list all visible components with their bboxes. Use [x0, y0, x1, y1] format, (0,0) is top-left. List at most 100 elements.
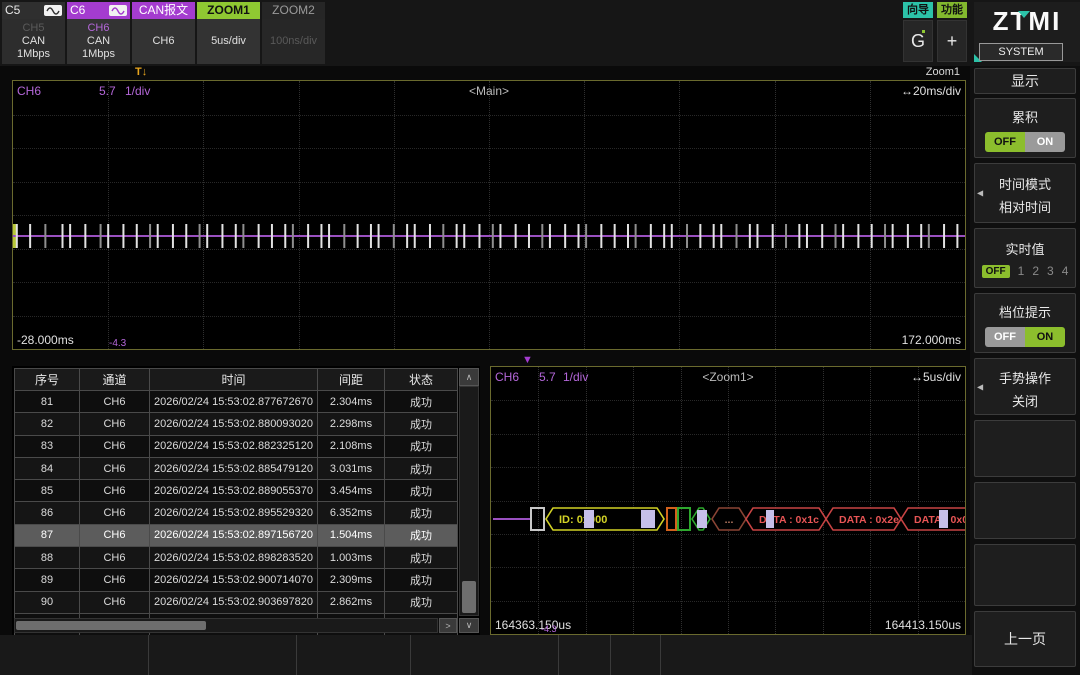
svg-text:ID: 0x000: ID: 0x000: [559, 514, 607, 526]
function-button[interactable]: 功能 +: [937, 2, 967, 62]
sidebar-title: 显示: [974, 68, 1076, 94]
realtime-ch3[interactable]: 3: [1047, 264, 1054, 278]
sidebar-realtime[interactable]: 实时值 OFF 1 2 3 4: [974, 228, 1076, 288]
tab-can-source: CH6: [152, 35, 175, 47]
zoom1-region-tag: Zoom1: [925, 66, 960, 78]
horizontal-scrollbar[interactable]: [14, 618, 438, 633]
brand-triangle-icon: [1018, 11, 1030, 18]
tab-c6-bitrate: 1Mbps: [81, 48, 116, 60]
tab-can-message[interactable]: CAN报文 CH6: [132, 2, 195, 64]
main-channel-offset: -4.3: [109, 338, 127, 349]
table-row[interactable]: 85 CH6 2026/02/24 15:53:02.889055370 3.454m…: [14, 479, 458, 503]
zoom-time-right: 164413.150us: [884, 618, 961, 632]
table-row[interactable]: 89 CH6 2026/02/24 15:53:02.900714070 2.309m…: [14, 568, 458, 592]
svg-text:...: ...: [725, 514, 734, 526]
zoom-position-arrow-icon: ▼: [522, 354, 533, 366]
gesture-value: 关闭: [1011, 394, 1038, 409]
tab-c5-label: C5: [5, 3, 21, 17]
scroll-up-button[interactable]: ∧: [459, 368, 479, 386]
tab-zoom1-label: ZOOM1: [207, 3, 250, 17]
main-title: <Main>: [468, 84, 510, 98]
wizard-g-icon[interactable]: G: [903, 20, 933, 62]
tab-c5-channel: CH5: [22, 22, 45, 34]
table-row[interactable]: 83 CH6 2026/02/24 15:53:02.882325120 2.108m…: [14, 434, 458, 458]
tab-c6-label: C6: [70, 3, 86, 17]
scroll-right-button[interactable]: >: [439, 618, 457, 633]
main-time-right: 172.000ms: [901, 333, 961, 347]
tab-zoom2-scale: 100ns/div: [269, 35, 318, 47]
can-events-table-panel: 序号 通道 时间 间距 状态 81 CH6 2026/02/24 15:53:02.8776…: [12, 366, 480, 637]
range-hint-off[interactable]: OFF: [985, 327, 1025, 347]
table-row[interactable]: 84 CH6 2026/02/24 15:53:02.885479120 3.031m…: [14, 456, 458, 481]
table-row[interactable]: 86 CH6 2026/02/24 15:53:02.895529320 6.352m…: [14, 501, 458, 525]
zoom-timebase: ↔5us/div: [910, 370, 961, 384]
tab-c6[interactable]: C6 CH6 CAN 1Mbps: [67, 2, 130, 64]
time-mode-label: 时间模式: [998, 177, 1051, 192]
accumulate-on[interactable]: ON: [1025, 132, 1065, 152]
wizard-button[interactable]: 向导 G: [903, 2, 933, 62]
table-row[interactable]: 81 CH6 2026/02/24 15:53:02.877672670 2.304m…: [14, 389, 458, 414]
tab-c6-channel: CH6: [87, 22, 110, 34]
main-timebase: ↔20ms/div: [900, 84, 961, 98]
table-row[interactable]: 90 CH6 2026/02/24 15:53:02.903697820 2.862m…: [14, 590, 458, 614]
brand-text: ZTMI: [992, 6, 1062, 36]
plus-icon[interactable]: +: [937, 20, 967, 62]
sine-wave-icon: [44, 5, 62, 16]
realtime-ch1[interactable]: 1: [1018, 264, 1025, 278]
horizontal-scrollbar-thumb[interactable]: [16, 621, 206, 630]
prev-page-button[interactable]: 上一页: [974, 611, 1076, 667]
table-header-cell: 序号: [14, 368, 80, 391]
scroll-down-button[interactable]: ∨: [459, 618, 479, 633]
gesture-label: 手势操作: [998, 371, 1051, 386]
tab-zoom2[interactable]: ZOOM2 100ns/div: [262, 2, 325, 64]
svg-text:DATA : 0x2e: DATA : 0x2e: [839, 514, 899, 526]
tab-zoom2-label: ZOOM2: [272, 3, 315, 17]
table-header-cell: 间距: [317, 368, 385, 391]
sidebar-empty-slot: [974, 544, 1076, 606]
main-waveform-panel[interactable]: CH6 5.7 1/div <Main> ↔20ms/div -28.000ms…: [12, 80, 966, 350]
main-waveform-trace: [13, 224, 965, 248]
main-time-left: -28.000ms: [17, 333, 74, 347]
table-header-cell: 时间: [149, 368, 318, 391]
system-button[interactable]: SYSTEM: [979, 43, 1063, 61]
sidebar-empty-slot: [974, 482, 1076, 539]
table-header-cell: 通道: [79, 368, 150, 391]
realtime-ch2[interactable]: 2: [1032, 264, 1039, 278]
zoom-time-left: 164363.150us: [495, 618, 572, 632]
time-mode-value: 相对时间: [998, 200, 1051, 215]
accumulate-toggle[interactable]: OFF ON: [975, 132, 1075, 152]
right-sidebar: 显示 累积 OFF ON ◀ 时间模式 相对时间 实时值 OFF 1 2 3 4: [970, 66, 1080, 675]
brand-logo: ZTMI SYSTEM: [974, 2, 1080, 62]
vertical-scrollbar-thumb[interactable]: [462, 581, 476, 613]
can-events-table: 序号 通道 时间 间距 状态 81 CH6 2026/02/24 15:53:02.8776…: [14, 368, 458, 637]
table-row[interactable]: 88 CH6 2026/02/24 15:53:02.898283520 1.003m…: [14, 546, 458, 570]
realtime-label: 实时值: [1005, 242, 1045, 257]
zoom-title: <Zoom1>: [702, 370, 754, 384]
zoom1-waveform-panel[interactable]: CH6 5.7 1/div <Zoom1> ↔5us/div 164363.15…: [490, 366, 966, 635]
can-decode-trace: ID: 0x000...DATA : 0x1cDATA : 0x2eDATA :…: [493, 507, 965, 531]
tab-c5[interactable]: C5 CH5 CAN 1Mbps: [2, 2, 65, 64]
realtime-off-badge[interactable]: OFF: [981, 264, 1010, 278]
range-hint-label: 档位提示: [998, 305, 1051, 320]
trigger-position-marker[interactable]: T↓: [135, 66, 147, 78]
oscilloscope-screen: C5 CH5 CAN 1Mbps C6 CH6 CAN 1Mbps CAN报文 …: [0, 0, 1080, 675]
wizard-label: 向导: [903, 2, 933, 18]
realtime-ch4[interactable]: 4: [1062, 264, 1069, 278]
sidebar-accumulate[interactable]: 累积 OFF ON: [974, 98, 1076, 158]
function-label: 功能: [937, 2, 967, 18]
accumulate-off[interactable]: OFF: [985, 132, 1025, 152]
table-row[interactable]: 82 CH6 2026/02/24 15:53:02.880093020 2.298m…: [14, 412, 458, 436]
tab-c6-protocol: CAN: [86, 35, 111, 47]
table-row[interactable]: 87 CH6 2026/02/24 15:53:02.897156720 1.504m…: [14, 523, 458, 548]
table-header-cell: 状态: [384, 368, 458, 391]
tab-c5-bitrate: 1Mbps: [16, 48, 51, 60]
range-hint-toggle[interactable]: OFF ON: [975, 327, 1075, 347]
range-hint-on[interactable]: ON: [1025, 327, 1065, 347]
sidebar-range-hint[interactable]: 档位提示 OFF ON: [974, 293, 1076, 353]
sidebar-gesture[interactable]: ◀ 手势操作 关闭: [974, 358, 1076, 415]
tab-zoom1-scale: 5us/div: [211, 35, 246, 47]
accumulate-label: 累积: [1011, 110, 1038, 125]
sidebar-time-mode[interactable]: ◀ 时间模式 相对时间: [974, 163, 1076, 223]
vertical-scrollbar[interactable]: [459, 386, 479, 616]
tab-zoom1[interactable]: ZOOM1 5us/div: [197, 2, 260, 64]
